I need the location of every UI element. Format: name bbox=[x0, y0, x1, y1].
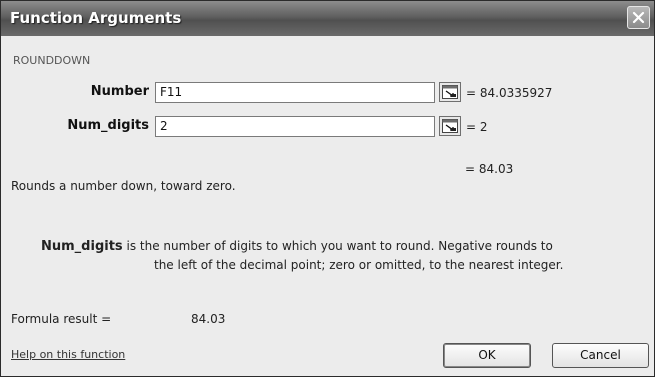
function-arguments-dialog: Function Arguments ROUNDDOWN Number F11 … bbox=[0, 0, 655, 377]
function-result-preview: = 84.03 bbox=[465, 162, 514, 176]
number-refedit-button[interactable] bbox=[439, 82, 461, 102]
cancel-button[interactable]: Cancel bbox=[552, 343, 649, 368]
number-label: Number bbox=[90, 84, 149, 99]
argument-help-text-line2: the left of the decimal point; zero or o… bbox=[154, 258, 564, 272]
argument-help-label: Num_digits bbox=[41, 239, 123, 254]
function-description: Rounds a number down, toward zero. bbox=[11, 179, 236, 193]
function-name: ROUNDDOWN bbox=[13, 54, 91, 67]
close-button[interactable] bbox=[627, 6, 650, 29]
help-on-function-link[interactable]: Help on this function bbox=[11, 348, 125, 361]
num-digits-label: Num_digits bbox=[67, 118, 149, 133]
dialog-title: Function Arguments bbox=[10, 9, 182, 27]
number-evaluated-value: = 84.0335927 bbox=[466, 86, 553, 100]
collapse-dialog-icon bbox=[442, 119, 458, 133]
number-input[interactable]: F11 bbox=[155, 82, 435, 103]
num-digits-refedit-button[interactable] bbox=[439, 116, 461, 136]
title-bar[interactable]: Function Arguments bbox=[1, 1, 654, 36]
close-icon bbox=[632, 11, 645, 24]
num-digits-evaluated-value: = 2 bbox=[466, 120, 488, 134]
argument-help-text-line1: is the number of digits to which you wan… bbox=[126, 239, 553, 253]
argument-help: Num_digits is the number of digits to wh… bbox=[41, 237, 656, 275]
ok-button[interactable]: OK bbox=[443, 343, 531, 368]
formula-result-value: 84.03 bbox=[191, 312, 226, 326]
formula-result-label: Formula result = bbox=[11, 312, 112, 326]
num-digits-input[interactable]: 2 bbox=[155, 116, 435, 137]
collapse-dialog-icon bbox=[442, 85, 458, 99]
